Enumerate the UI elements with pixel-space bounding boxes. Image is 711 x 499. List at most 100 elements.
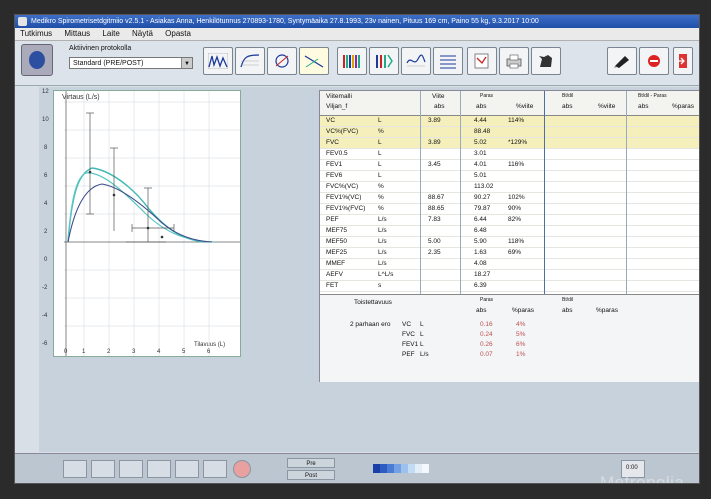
cell-abs: 6.48 — [474, 227, 487, 234]
status-bar: Pre Post 0:00 — [15, 453, 699, 483]
best-abs-header: abs — [476, 103, 487, 110]
cell-pct: 118% — [508, 238, 525, 245]
cell-name: FVC — [326, 139, 339, 146]
trend-view-button[interactable] — [299, 47, 329, 75]
cell-unit: L — [378, 117, 382, 124]
table-row[interactable]: MEF75 L/s 6.48 — [320, 226, 699, 237]
flow-volume-graph: Virtaus (L/s) Tilavuus (L) 12 10 8 6 4 2… — [42, 89, 241, 357]
menu-laite[interactable]: Laite — [97, 28, 124, 40]
cell-name: VC — [326, 117, 336, 124]
repeat-cell-pct: 5% — [516, 331, 526, 338]
y-tick-2: 2 — [44, 229, 48, 235]
report-button[interactable] — [467, 47, 497, 75]
bronchodilation-button[interactable] — [369, 47, 399, 75]
post-button[interactable]: Post — [287, 470, 335, 480]
cell-abs: 113.02 — [474, 183, 494, 190]
cell-abs: 5.90 — [474, 238, 487, 245]
cell-abs: 4.01 — [474, 161, 487, 168]
repeat-cell-pct: 4% — [516, 321, 526, 328]
edit-button[interactable] — [607, 47, 637, 75]
menu-opasta[interactable]: Opasta — [160, 28, 196, 40]
cell-pct: 102% — [508, 194, 525, 201]
quality-view-button[interactable] — [433, 47, 463, 75]
table-row[interactable]: FEV1%(VC)% 88.67 90.27 102% — [320, 193, 699, 204]
cell-pct: 114% — [508, 117, 525, 124]
flow-volume-view-button[interactable] — [203, 47, 233, 75]
cell-unit: % — [378, 128, 384, 135]
protocol-value: Standard (PRE/POST) — [73, 60, 144, 67]
table-row[interactable]: MEF50 L/s 5.00 5.90 118% — [320, 237, 699, 248]
compare-curves-icon — [275, 54, 289, 68]
curve-thumb-2[interactable] — [91, 460, 115, 478]
print-button[interactable] — [499, 47, 529, 75]
table-row[interactable]: MMEF L/s 4.08 — [320, 259, 699, 270]
table-row[interactable]: VC%(FVC)% 88.48 — [320, 127, 699, 138]
curve-detail-button[interactable] — [401, 47, 431, 75]
cell-pct: 90% — [508, 205, 522, 212]
list-item: PEF L/s 0.07 1% — [320, 351, 699, 361]
x-tick-2: 2 — [107, 349, 111, 355]
table-row[interactable]: FVC%(VC)% 113.02 — [320, 182, 699, 193]
table-row[interactable]: FET s 6.39 — [320, 281, 699, 292]
cell-abs: 5.02 — [474, 139, 487, 146]
cell-abs: 6.44 — [474, 216, 487, 223]
results-table-header: Viitemalli Viljan_f Viite abs Paras abs … — [320, 91, 699, 116]
volume-time-view-button[interactable] — [235, 47, 265, 75]
list-icon — [440, 55, 456, 69]
pre-button[interactable]: Pre — [287, 458, 335, 468]
menu-mittaus[interactable]: Mittaus — [59, 28, 95, 40]
table-row[interactable]: FEV0.5 L 3.01 — [320, 149, 699, 160]
cell-unit: % — [378, 194, 384, 201]
table-row[interactable]: MEF25 L/s 2.35 1.63 69% — [320, 248, 699, 259]
protocol-select[interactable]: Standard (PRE/POST) ▼ — [69, 57, 193, 69]
table-row[interactable]: FEV6 L 5.01 — [320, 171, 699, 182]
volume-time-icon — [240, 54, 260, 68]
curve-thumb-6[interactable] — [203, 460, 227, 478]
curve-thumb-3[interactable] — [119, 460, 143, 478]
x-tick-0: 0 — [64, 349, 68, 355]
reference-model-value: Viljan_f — [326, 103, 348, 110]
chevron-down-icon[interactable]: ▼ — [181, 58, 192, 68]
repeat-cell-unit: L — [420, 331, 424, 338]
best-pct-header: %viite — [516, 103, 534, 110]
table-row[interactable]: AEFV L^L/s 18.27 — [320, 270, 699, 281]
cell-name: PEF — [326, 216, 339, 223]
cell-abs: 4.08 — [474, 260, 487, 267]
repeat-cell-unit: L — [420, 321, 424, 328]
curve-thumb-1[interactable] — [63, 460, 87, 478]
bronchodilation-icon — [376, 54, 393, 68]
compare-view-button[interactable] — [267, 47, 297, 75]
patient-button[interactable] — [21, 44, 53, 76]
incentive-button[interactable] — [531, 47, 561, 75]
repeat-cell-abs: 0.07 — [480, 351, 493, 358]
menu-nayta[interactable]: Näytä — [127, 28, 158, 40]
table-row[interactable]: FVC L 3.89 5.02 *129% — [320, 138, 699, 149]
curve-thumb-5[interactable] — [175, 460, 199, 478]
cell-name: MEF50 — [326, 238, 347, 245]
cell-unit: L — [378, 161, 382, 168]
cell-name: FET — [326, 282, 339, 289]
record-icon[interactable] — [233, 460, 251, 478]
cell-unit: L/s — [378, 238, 387, 245]
post-pct-header: %viite — [598, 103, 616, 110]
table-row[interactable]: PEF L/s 7.83 6.44 82% — [320, 215, 699, 226]
curve-thumb-4[interactable] — [147, 460, 171, 478]
cell-unit: L/s — [378, 260, 387, 267]
cell-unit: L/s — [378, 227, 387, 234]
cell-unit: L^L/s — [378, 271, 394, 278]
repeat-cell-unit: L — [420, 341, 424, 348]
delete-button[interactable] — [639, 47, 669, 75]
table-row[interactable]: FEV1%(FVC)% 88.65 79.87 90% — [320, 204, 699, 215]
results-table-button[interactable] — [337, 47, 367, 75]
toolbar: Aktiivinen protokolla Standard (PRE/POST… — [15, 41, 699, 86]
table-row[interactable]: VC L 3.89 4.44 114% — [320, 116, 699, 127]
cell-name: FEV1%(VC) — [326, 194, 362, 201]
table-row[interactable]: FEV1 L 3.45 4.01 116% — [320, 160, 699, 171]
exit-door-icon — [677, 54, 687, 68]
pen-icon — [614, 56, 629, 68]
timer-value: 0:00 — [626, 465, 638, 471]
x-tick-1: 1 — [82, 349, 86, 355]
cell-pct: 116% — [508, 161, 525, 168]
menu-tutkimus[interactable]: Tutkimus — [15, 28, 57, 40]
exit-button[interactable] — [673, 47, 693, 75]
